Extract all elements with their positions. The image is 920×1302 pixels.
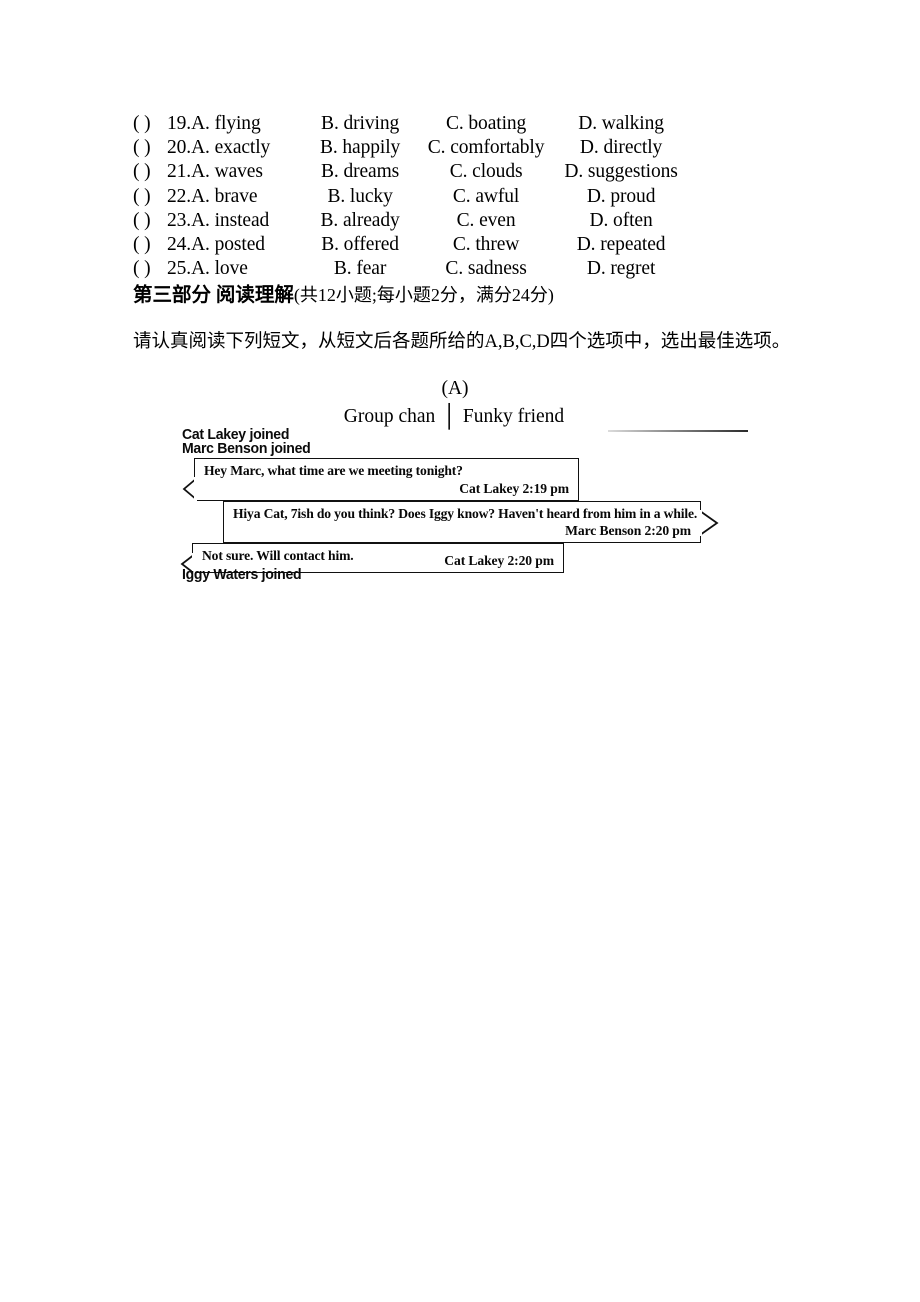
option-c[interactable]: C. even (421, 209, 551, 233)
option-d[interactable]: D. walking (551, 112, 691, 136)
question-number: 23. (167, 209, 192, 231)
option-c[interactable]: C. comfortably (421, 136, 551, 160)
question-row: ( ) 24.A. posted B. offered C. threw D. repe… (133, 233, 793, 257)
option-d[interactable]: D. proud (551, 185, 691, 209)
join-event-iggy-waters: Iggy Waters joined (182, 567, 302, 583)
question-number: 21. (167, 161, 192, 183)
option-c[interactable]: C. awful (421, 185, 551, 209)
option-c[interactable]: C. clouds (421, 160, 551, 184)
option-a[interactable]: A. brave (191, 185, 299, 209)
option-b[interactable]: B. offered (299, 233, 421, 257)
section-heading-title: 第三部分 阅读理解 (133, 285, 294, 306)
answer-blank-parenthesis[interactable]: ( ) (133, 233, 167, 257)
chat-bubble-1[interactable]: Hey Marc, what time are we meeting tonig… (182, 458, 579, 501)
question-row: ( ) 19.A. flying B. driving C. boating D. wa… (133, 112, 793, 136)
chat-message-text: Not sure. Will contact him. (202, 548, 354, 563)
passage-label: (A) (441, 378, 469, 399)
answer-blank-parenthesis[interactable]: ( ) (133, 160, 167, 184)
option-a[interactable]: A. instead (191, 209, 299, 233)
answer-blank-parenthesis[interactable]: ( ) (133, 136, 167, 160)
chat-message-meta: Cat Lakey 2:20 pm (444, 553, 554, 568)
chat-bubble-2[interactable]: Hiya Cat, 7ish do you think? Does Iggy k… (223, 501, 719, 543)
question-row: ( ) 22.A. brave B. lucky C. awful D. proud (133, 185, 793, 209)
chat-top-divider-rule (608, 430, 748, 432)
option-d[interactable]: D. repeated (551, 233, 691, 257)
option-c[interactable]: C. boating (421, 112, 551, 136)
option-d[interactable]: D. regret (551, 257, 691, 281)
question-row: ( ) 23.A. instead B. already C. even D. ofte… (133, 209, 793, 233)
option-b[interactable]: B. happily (299, 136, 421, 160)
option-a[interactable]: A. exactly (191, 136, 299, 160)
document-page: ( ) 19.A. flying B. driving C. boating D. wa… (0, 0, 920, 1302)
question-number: 24. (167, 233, 192, 255)
join-event-marc-benson: Marc Benson joined (182, 441, 311, 457)
option-a[interactable]: A. posted (191, 233, 299, 257)
option-d[interactable]: D. directly (551, 136, 691, 160)
section-heading: 第三部分 阅读理解(共12小题;每小题2分，满分24分) (133, 278, 554, 307)
bubble-tail-left-icon (181, 476, 197, 502)
option-d[interactable]: D. often (551, 209, 691, 233)
reading-instruction: 请认真阅读下列短文，从短文后各题所给的A,B,C,D四个选项中，选出最佳选项。 (133, 332, 791, 352)
chat-message-text: Hiya Cat, 7ish do you think? Does Iggy k… (233, 506, 698, 521)
chat-message-meta: Marc Benson 2:20 pm (565, 523, 691, 538)
answer-blank-parenthesis[interactable]: ( ) (133, 185, 167, 209)
option-b[interactable]: B. already (299, 209, 421, 233)
answer-blank-parenthesis[interactable]: ( ) (133, 112, 167, 136)
option-b[interactable]: B. driving (299, 112, 421, 136)
cloze-question-list: ( ) 19.A. flying B. driving C. boating D. wa… (133, 112, 793, 281)
answer-blank-parenthesis[interactable]: ( ) (133, 209, 167, 233)
option-a[interactable]: A. waves (191, 160, 299, 184)
section-heading-scoring: (共12小题;每小题2分，满分24分) (293, 285, 554, 305)
option-d[interactable]: D. suggestions (551, 160, 691, 184)
option-c[interactable]: C. threw (421, 233, 551, 257)
question-number: 19. (167, 113, 192, 134)
chat-message-meta: Cat Lakey 2:19 pm (459, 481, 569, 496)
chat-message-text: Hey Marc, what time are we meeting tonig… (204, 463, 463, 478)
chat-transcript: Cat Lakey joined Marc Benson joined Hey … (178, 422, 748, 590)
option-b[interactable]: B. dreams (299, 160, 421, 184)
option-a[interactable]: A. flying (191, 112, 299, 136)
question-number: 20. (167, 137, 192, 159)
question-row: ( ) 20.A. exactly B. happily C. comfortably… (133, 136, 793, 160)
bubble-tail-right-icon (698, 508, 720, 538)
question-number: 22. (167, 185, 192, 207)
option-b[interactable]: B. lucky (299, 185, 421, 209)
question-row: ( ) 21.A. waves B. dreams C. clouds D. sugge… (133, 160, 793, 184)
